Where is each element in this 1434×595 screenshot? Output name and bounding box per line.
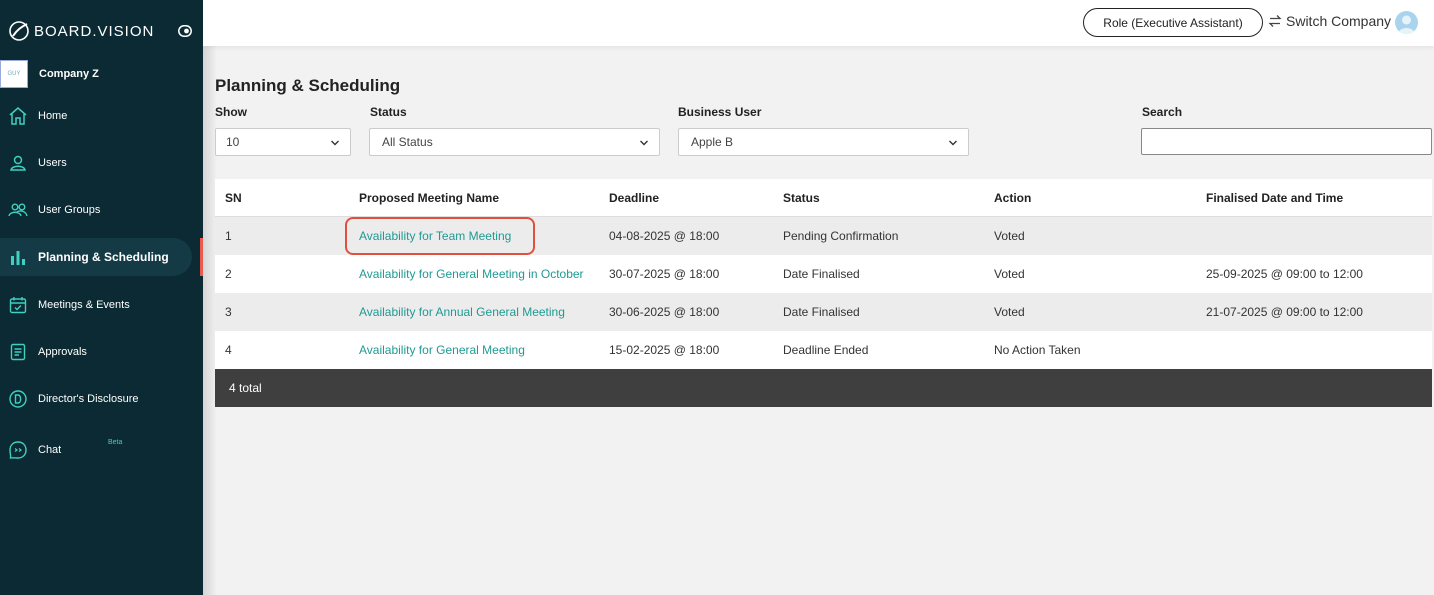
cell-deadline: 04-08-2025 @ 18:00 xyxy=(609,229,720,243)
bar-chart-icon xyxy=(8,247,28,267)
company-switcher[interactable]: GUY Company Z xyxy=(0,60,203,88)
column-header-status[interactable]: Status xyxy=(783,179,820,217)
cell-status: Pending Confirmation xyxy=(783,229,899,243)
user-avatar[interactable] xyxy=(1395,11,1418,34)
table-row: 4 Availability for General Meeting 15-02… xyxy=(215,331,1432,369)
sidebar-item-label: Home xyxy=(38,110,68,122)
sidebar-item-label: User Groups xyxy=(38,204,101,216)
meetings-table: SN Proposed Meeting Name Deadline Status… xyxy=(215,179,1432,407)
cell-deadline: 30-06-2025 @ 18:00 xyxy=(609,305,720,319)
brand-logo[interactable]: BOARD.VISION xyxy=(8,18,154,44)
board-vision-logo-icon xyxy=(9,21,29,41)
table-footer-total: 4 total xyxy=(215,369,1432,407)
status-select-value: All Status xyxy=(382,135,433,149)
show-label: Show xyxy=(215,105,247,119)
business-user-select[interactable]: Apple B xyxy=(678,128,969,156)
cell-status: Date Finalised xyxy=(783,305,860,319)
column-header-action[interactable]: Action xyxy=(994,179,1031,217)
cell-sn: 4 xyxy=(225,343,232,357)
sidebar-item-label: Chat Beta xyxy=(38,439,122,456)
beta-badge: Beta xyxy=(108,439,123,446)
disclosure-d-icon xyxy=(8,389,28,409)
cell-status: Date Finalised xyxy=(783,267,860,281)
cell-action: No Action Taken xyxy=(994,343,1081,357)
chevron-down-icon xyxy=(949,140,957,146)
business-user-label: Business User xyxy=(678,105,762,119)
column-header-name[interactable]: Proposed Meeting Name xyxy=(359,179,499,217)
sidebar-item-users[interactable]: Users xyxy=(0,144,192,182)
column-header-sn[interactable]: SN xyxy=(225,179,242,217)
table-header: SN Proposed Meeting Name Deadline Status… xyxy=(215,179,1432,217)
user-group-icon xyxy=(8,200,28,220)
cell-action: Voted xyxy=(994,267,1025,281)
sidebar-toggle-icon[interactable] xyxy=(178,25,192,37)
column-header-finalised[interactable]: Finalised Date and Time xyxy=(1206,179,1343,217)
chat-icon xyxy=(8,440,28,460)
chevron-down-icon xyxy=(331,140,339,146)
sidebar-item-user-groups[interactable]: User Groups xyxy=(0,191,192,229)
sidebar-item-label: Meetings & Events xyxy=(38,299,130,311)
document-icon xyxy=(8,342,28,362)
status-select[interactable]: All Status xyxy=(369,128,660,156)
avatar-person-icon xyxy=(1398,15,1415,34)
brand-name: BOARD.VISION xyxy=(34,22,155,40)
sidebar-item-approvals[interactable]: Approvals xyxy=(0,333,192,371)
chat-label: Chat xyxy=(38,444,62,456)
meeting-link[interactable]: Availability for General Meeting in Octo… xyxy=(359,255,584,293)
calendar-icon xyxy=(8,295,28,315)
cell-action: Voted xyxy=(994,305,1025,319)
sidebar-item-label: Users xyxy=(38,157,67,169)
sidebar-item-planning-scheduling[interactable]: Planning & Scheduling xyxy=(0,238,192,276)
switch-company-button[interactable]: Switch Company xyxy=(1268,13,1391,29)
sidebar-item-directors-disclosure[interactable]: Director's Disclosure xyxy=(0,380,192,418)
switch-company-label: Switch Company xyxy=(1286,13,1392,29)
table-row: 2 Availability for General Meeting in Oc… xyxy=(215,255,1432,293)
cell-status: Deadline Ended xyxy=(783,343,869,357)
show-select[interactable]: 10 xyxy=(215,128,351,156)
table-row: 3 Availability for Annual General Meetin… xyxy=(215,293,1432,331)
sidebar-item-chat[interactable]: Chat Beta xyxy=(0,431,192,469)
business-user-select-value: Apple B xyxy=(691,135,734,149)
meeting-link[interactable]: Availability for General Meeting xyxy=(359,331,525,369)
sidebar-item-label: Planning & Scheduling xyxy=(38,250,169,264)
sidebar: BOARD.VISION GUY Company Z Home Users Us… xyxy=(0,0,203,595)
cell-finalised: 25-09-2025 @ 09:00 to 12:00 xyxy=(1206,267,1363,281)
sidebar-item-label: Approvals xyxy=(38,346,87,358)
cell-sn: 3 xyxy=(225,305,232,319)
cell-action: Voted xyxy=(994,229,1025,243)
cell-finalised: 21-07-2025 @ 09:00 to 12:00 xyxy=(1206,305,1363,319)
swap-icon xyxy=(1268,15,1282,27)
company-logo: GUY xyxy=(0,60,28,88)
cell-deadline: 15-02-2025 @ 18:00 xyxy=(609,343,720,357)
home-icon xyxy=(8,106,28,126)
column-header-deadline[interactable]: Deadline xyxy=(609,179,659,217)
sidebar-item-home[interactable]: Home xyxy=(0,97,192,135)
sidebar-item-label: Director's Disclosure xyxy=(38,393,139,405)
highlight-box xyxy=(345,217,535,255)
sidebar-item-meetings-events[interactable]: Meetings & Events xyxy=(0,286,192,324)
status-label: Status xyxy=(370,105,407,119)
top-bar: Role (Executive Assistant) Switch Compan… xyxy=(203,0,1434,46)
page-title: Planning & Scheduling xyxy=(215,76,401,95)
cell-sn: 1 xyxy=(225,229,232,243)
company-name: Company Z xyxy=(39,68,99,80)
show-select-value: 10 xyxy=(226,135,240,149)
meeting-link[interactable]: Availability for Annual General Meeting xyxy=(359,293,565,331)
search-label: Search xyxy=(1142,105,1183,119)
cell-deadline: 30-07-2025 @ 18:00 xyxy=(609,267,720,281)
role-button[interactable]: Role (Executive Assistant) xyxy=(1083,8,1263,37)
cell-sn: 2 xyxy=(225,267,232,281)
table-row: 1 Availability for Team Meeting 04-08-20… xyxy=(215,217,1432,255)
search-input[interactable] xyxy=(1141,128,1432,155)
chevron-down-icon xyxy=(640,140,648,146)
user-icon xyxy=(8,153,28,173)
